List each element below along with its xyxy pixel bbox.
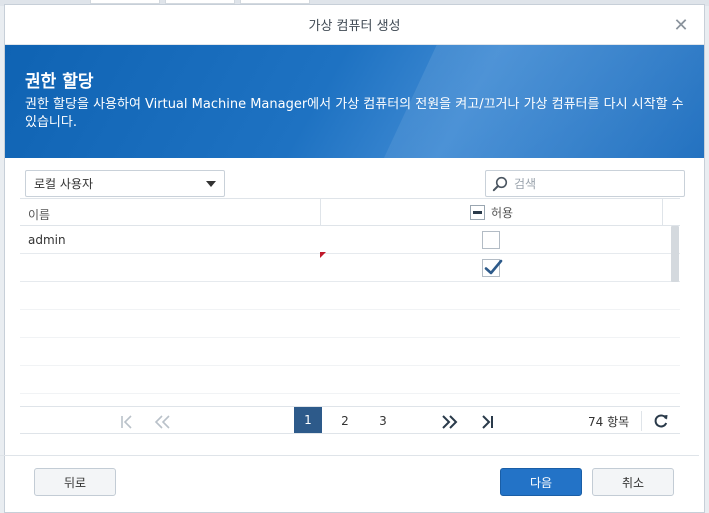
user-name: admin — [28, 233, 66, 247]
empty-rows — [20, 282, 680, 394]
first-page-button[interactable] — [114, 410, 140, 432]
permission-grid: 이름 허용 admin — [20, 198, 680, 438]
column-header-name[interactable]: 이름 — [28, 206, 50, 223]
previous-page-button[interactable] — [150, 410, 176, 432]
allow-checkbox[interactable] — [482, 259, 503, 277]
cell-marker — [320, 252, 326, 258]
page-3-button[interactable]: 3 — [370, 410, 396, 432]
page-2-button[interactable]: 2 — [332, 410, 358, 432]
table-row[interactable]: admin — [20, 226, 680, 254]
cancel-button[interactable]: 취소 — [592, 468, 674, 496]
column-divider — [662, 199, 663, 226]
select-all-checkbox[interactable] — [470, 205, 485, 220]
next-page-button[interactable] — [436, 410, 462, 432]
next-button[interactable]: 다음 — [500, 468, 582, 496]
column-header-allow: 허용 — [470, 204, 513, 221]
search-input[interactable] — [514, 176, 674, 191]
chevron-down-icon — [206, 181, 216, 187]
empty-row — [20, 310, 680, 338]
indeterminate-icon — [473, 211, 482, 214]
empty-row — [20, 366, 680, 394]
empty-row — [20, 338, 680, 366]
search-icon — [492, 176, 508, 191]
grid-scrollbar[interactable] — [671, 226, 679, 282]
pager-divider — [641, 411, 642, 431]
grid-header: 이름 허용 — [20, 198, 680, 226]
item-count: 74 항목 — [588, 415, 630, 429]
pagination-bar: 1 2 3 74 항목 — [20, 406, 680, 434]
double-chevron-left-icon — [154, 414, 170, 429]
refresh-button[interactable] — [651, 411, 671, 431]
refresh-icon — [654, 414, 668, 428]
double-chevron-right-icon — [442, 414, 458, 429]
table-row[interactable] — [20, 254, 680, 282]
user-type-dropdown[interactable]: 로컬 사용자 — [25, 170, 225, 197]
dialog-footer: 뒤로 다음 취소 — [0, 455, 699, 507]
step-description: 권한 할당을 사용하여 Virtual Machine Manager에서 가상… — [25, 97, 684, 130]
column-header-allow-label: 허용 — [491, 206, 514, 220]
last-page-button[interactable] — [474, 410, 500, 432]
dialog-titlebar: 가상 컴퓨터 생성 ✕ — [5, 5, 704, 45]
user-type-selected: 로컬 사용자 — [34, 177, 94, 191]
page-1-button[interactable]: 1 — [294, 407, 322, 433]
step-heading: 권한 할당 — [25, 72, 94, 92]
close-icon[interactable]: ✕ — [670, 14, 692, 36]
allow-checkbox[interactable] — [482, 231, 500, 249]
checkmark-icon — [484, 259, 503, 275]
first-page-icon — [121, 414, 132, 429]
step-banner: 권한 할당 권한 할당을 사용하여 Virtual Machine Manage… — [5, 45, 704, 158]
search-box[interactable] — [485, 170, 685, 197]
column-divider — [320, 199, 321, 226]
last-page-icon — [482, 414, 493, 429]
dialog-title: 가상 컴퓨터 생성 — [308, 19, 401, 34]
back-button[interactable]: 뒤로 — [34, 468, 116, 496]
empty-row — [20, 282, 680, 310]
